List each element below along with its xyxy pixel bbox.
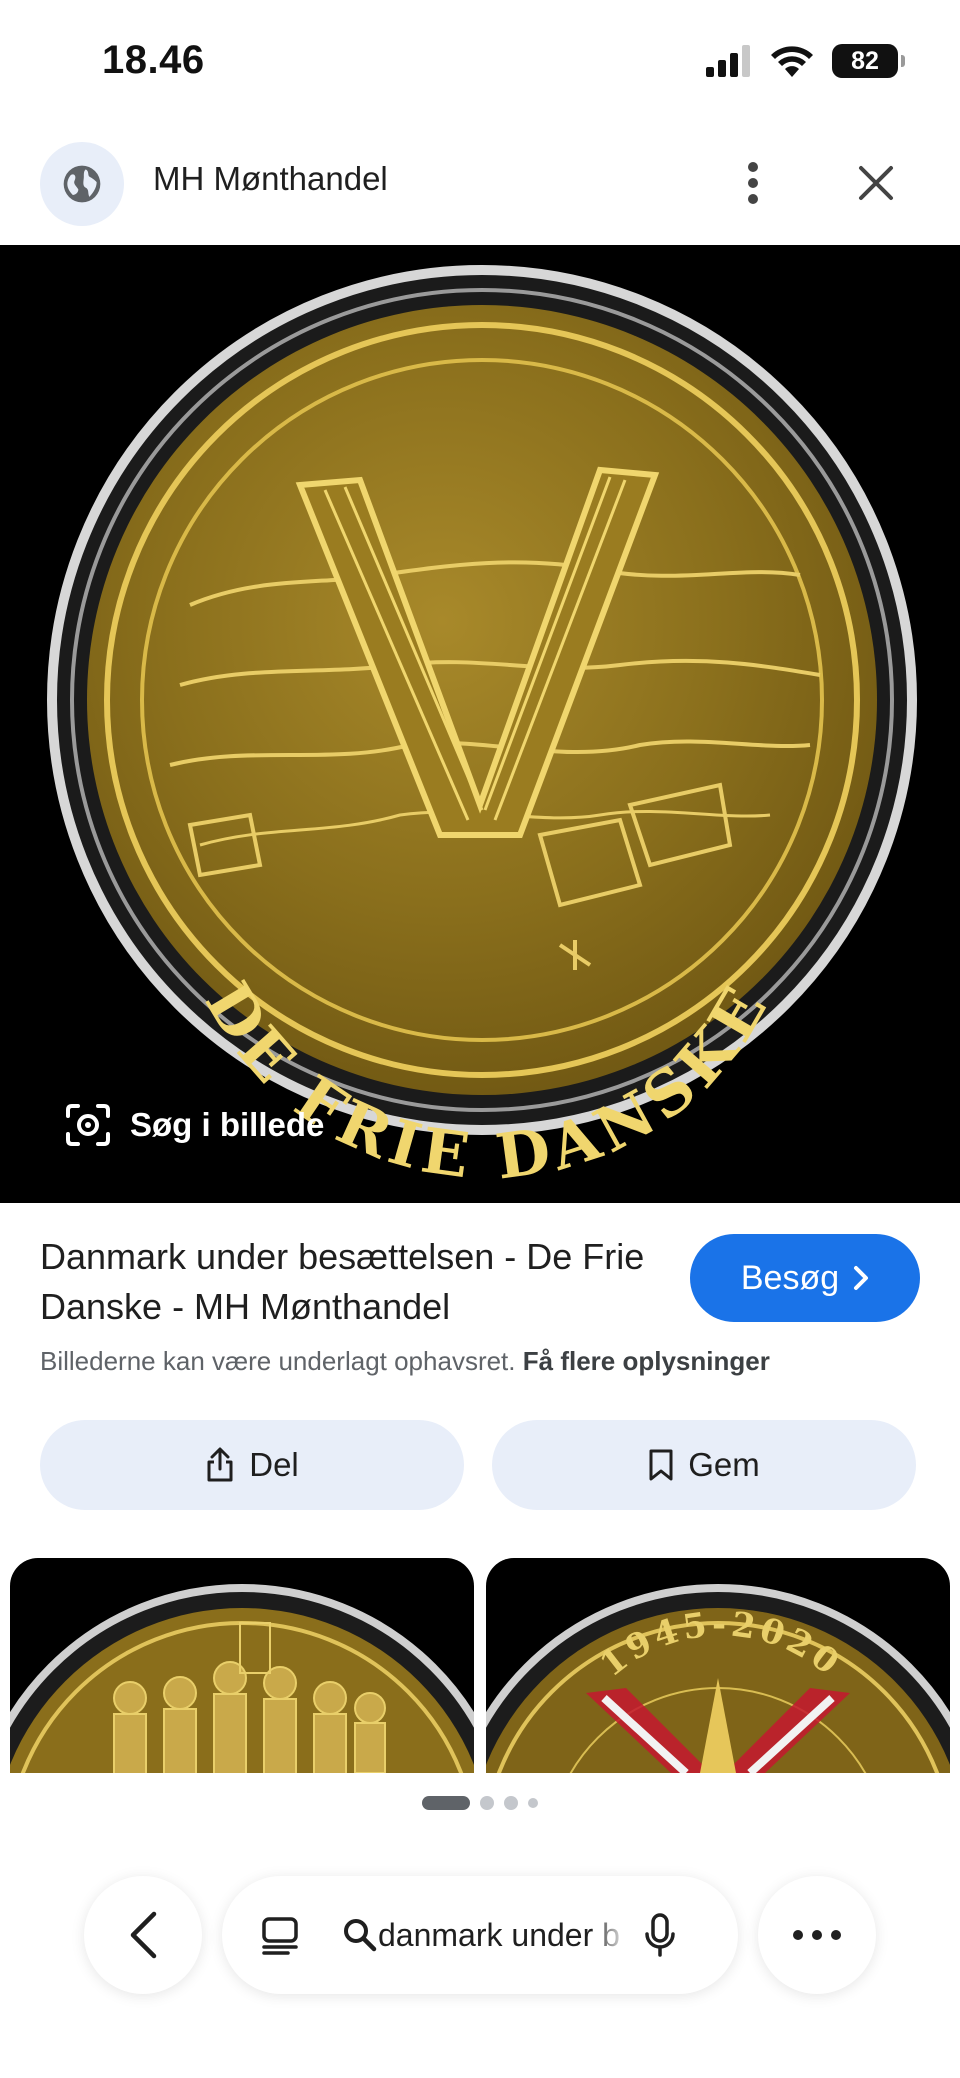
search-in-image-label: Søg i billede [130, 1106, 325, 1143]
save-label: Gem [688, 1446, 760, 1483]
globe-icon [63, 165, 101, 203]
related-image-1[interactable] [10, 1558, 474, 1773]
mic-icon[interactable] [644, 1912, 676, 1958]
wifi-icon [771, 46, 813, 77]
lens-camera-icon [66, 1104, 110, 1146]
search-icon [344, 1919, 377, 1952]
search-in-image-button[interactable]: Søg i billede [50, 1090, 338, 1160]
more-vertical-icon [748, 162, 758, 204]
viewer-header: MH Mønthandel [0, 130, 960, 245]
page-dot [528, 1798, 538, 1808]
cellular-signal-icon [706, 45, 750, 77]
share-icon [207, 1447, 233, 1482]
save-button[interactable]: Gem [492, 1420, 916, 1510]
battery-indicator: 82 [832, 44, 905, 78]
more-horizontal-icon [793, 1930, 841, 1940]
visit-button[interactable]: Besøg [690, 1234, 920, 1322]
main-image[interactable]: DE FRIE DANSKE Søg i billede [0, 245, 960, 1203]
coin-image: DE FRIE DANSKE [47, 265, 917, 1194]
search-query[interactable]: danmark under b [378, 1917, 628, 1954]
more-options-button[interactable] [726, 152, 780, 214]
site-name[interactable]: MH Mønthandel [153, 160, 388, 198]
status-time: 18.46 [102, 38, 205, 82]
more-menu-button[interactable] [758, 1876, 876, 1994]
copyright-notice: Billederne kan være underlagt ophavsret.… [40, 1346, 770, 1377]
site-favicon[interactable] [40, 142, 124, 226]
visit-label: Besøg [740, 1258, 840, 1297]
back-button[interactable] [84, 1876, 202, 1994]
related-coin-image-1 [10, 1584, 474, 1773]
related-coin-image-2: 1945-2020 [486, 1584, 950, 1773]
search-bar[interactable]: danmark under b [222, 1876, 738, 1994]
chevron-right-icon [854, 1266, 869, 1290]
result-title[interactable]: Danmark under besættelsen - De Frie Dans… [40, 1232, 670, 1332]
close-icon [859, 166, 893, 200]
page-dot [504, 1796, 518, 1810]
status-bar: 18.46 82 [0, 0, 960, 130]
bookmark-icon [649, 1449, 673, 1481]
tabs-icon[interactable] [260, 1915, 300, 1955]
close-button[interactable] [846, 152, 906, 214]
related-image-2[interactable]: 1945-2020 [486, 1558, 950, 1773]
more-info-link[interactable]: Få flere oplysninger [523, 1346, 770, 1376]
page-indicator [0, 1796, 960, 1810]
share-label: Del [249, 1446, 299, 1483]
page-dot [480, 1796, 494, 1810]
copyright-text: Billederne kan være underlagt ophavsret. [40, 1346, 516, 1376]
page-dot-active [422, 1796, 470, 1810]
share-button[interactable]: Del [40, 1420, 464, 1510]
status-icons: 82 [706, 44, 905, 78]
chevron-left-icon [130, 1911, 157, 1959]
